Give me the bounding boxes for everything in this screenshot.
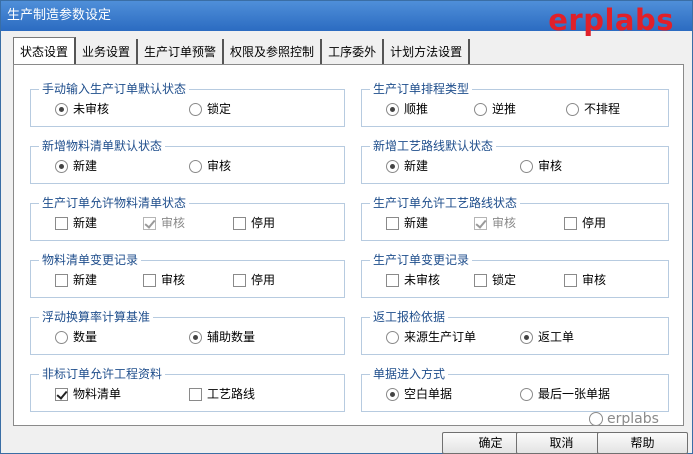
group-bom-change-log: 物料清单变更记录 新建 审核 停用 (30, 252, 345, 298)
checkbox-bomlog-new[interactable]: 新建 (55, 272, 97, 288)
radio-forward[interactable]: 顺推 (386, 101, 428, 117)
radio-indicator[interactable] (520, 159, 533, 173)
checkbox-indicator[interactable] (564, 216, 577, 230)
checkbox-orderlog-approved[interactable]: 审核 (564, 272, 606, 288)
radio-route-approved[interactable]: 审核 (520, 158, 562, 174)
checkbox-route-disabled[interactable]: 停用 (564, 215, 606, 231)
checkbox-nonstd-bom[interactable]: 物料清单 (55, 386, 121, 402)
radio-indicator[interactable] (520, 387, 533, 401)
group-rework-basis: 返工报检依据 来源生产订单 返工单 (361, 309, 669, 355)
checkbox-bom-approved: 审核 (143, 215, 185, 231)
radio-indicator[interactable] (566, 102, 579, 116)
checkbox-indicator (474, 216, 487, 230)
radio-backward[interactable]: 逆推 (474, 101, 516, 117)
group-title: 生产订单允许物料清单状态 (39, 195, 190, 211)
checkbox-indicator (143, 216, 156, 230)
cancel-button[interactable]: 取消 (516, 432, 607, 454)
checkbox-bomlog-approved[interactable]: 审核 (143, 272, 185, 288)
tab-order-warning[interactable]: 生产订单预警 (138, 39, 225, 65)
radio-unapproved[interactable]: 未审核 (55, 101, 109, 117)
radio-indicator[interactable] (386, 102, 399, 116)
checkbox-route-new[interactable]: 新建 (386, 215, 428, 231)
tab-planning-method[interactable]: 计划方法设置 (384, 39, 471, 65)
checkbox-indicator[interactable] (143, 273, 156, 287)
checkbox-indicator[interactable] (233, 216, 246, 230)
watermark: erplabs (589, 411, 659, 427)
checkbox-nonstd-route[interactable]: 工艺路线 (189, 386, 255, 402)
tab-bar: 状态设置 业务设置 生产订单预警 权限及参照控制 工序委外 计划方法设置 (13, 37, 471, 65)
radio-bom-new[interactable]: 新建 (55, 158, 97, 174)
radio-blank-document[interactable]: 空白单据 (386, 386, 452, 402)
radio-indicator[interactable] (55, 159, 68, 173)
radio-indicator[interactable] (189, 159, 202, 173)
brand-logo: erplabs (548, 3, 674, 37)
group-order-change-log: 生产订单变更记录 未审核 锁定 审核 (361, 252, 669, 298)
group-new-bom-status: 新增物料清单默认状态 新建 审核 (30, 138, 345, 184)
checkbox-indicator[interactable] (386, 273, 399, 287)
group-title: 浮动换算率计算基准 (39, 309, 154, 325)
tab-business-settings[interactable]: 业务设置 (76, 39, 139, 65)
radio-route-new[interactable]: 新建 (386, 158, 428, 174)
group-title: 生产订单变更记录 (370, 252, 473, 268)
radio-indicator[interactable] (520, 330, 533, 344)
radio-rework-order[interactable]: 返工单 (520, 329, 574, 345)
radio-indicator[interactable] (386, 159, 399, 173)
checkbox-bom-disabled[interactable]: 停用 (233, 215, 275, 231)
radio-bom-approved[interactable]: 审核 (189, 158, 231, 174)
radio-indicator[interactable] (474, 102, 487, 116)
group-title: 手动输入生产订单默认状态 (39, 81, 190, 97)
checkbox-indicator[interactable] (233, 273, 246, 287)
group-title: 非标订单允许工程资料 (39, 366, 166, 382)
checkbox-route-approved: 审核 (474, 215, 516, 231)
tab-process-outsourcing[interactable]: 工序委外 (322, 39, 385, 65)
group-manual-order-status: 手动输入生产订单默认状态 未审核 锁定 (30, 81, 345, 127)
group-title: 新增物料清单默认状态 (39, 138, 166, 154)
tab-status-settings[interactable]: 状态设置 (13, 37, 77, 65)
checkbox-indicator[interactable] (55, 216, 68, 230)
checkbox-bomlog-disabled[interactable]: 停用 (233, 272, 275, 288)
group-order-allow-bom-status: 生产订单允许物料清单状态 新建 审核 停用 (30, 195, 345, 241)
group-order-schedule-type: 生产订单排程类型 顺推 逆推 不排程 (361, 81, 669, 127)
group-float-calc-basis: 浮动换算率计算基准 数量 辅助数量 (30, 309, 345, 355)
checkbox-indicator[interactable] (55, 387, 68, 401)
radio-locked[interactable]: 锁定 (189, 101, 231, 117)
checkbox-indicator[interactable] (55, 273, 68, 287)
radio-indicator[interactable] (55, 330, 68, 344)
status-settings-panel: 手动输入生产订单默认状态 未审核 锁定 生产订单排程类型 顺推 逆推 不排程 新… (13, 64, 684, 426)
tab-permission-control[interactable]: 权限及参照控制 (224, 39, 323, 65)
group-title: 单据进入方式 (370, 366, 449, 382)
radio-indicator[interactable] (189, 102, 202, 116)
group-title: 返工报检依据 (370, 309, 449, 325)
radio-source-order[interactable]: 来源生产订单 (386, 329, 476, 345)
radio-last-document[interactable]: 最后一张单据 (520, 386, 610, 402)
group-title: 生产订单排程类型 (370, 81, 473, 97)
radio-quantity[interactable]: 数量 (55, 329, 97, 345)
settings-window: 生产制造参数设定 erplabs 状态设置 业务设置 生产订单预警 权限及参照控… (0, 0, 693, 454)
checkbox-indicator[interactable] (189, 387, 202, 401)
help-button[interactable]: 帮助 (597, 432, 688, 454)
wechat-icon (589, 412, 603, 426)
group-order-allow-route-status: 生产订单允许工艺路线状态 新建 审核 停用 (361, 195, 669, 241)
group-new-route-status: 新增工艺路线默认状态 新建 审核 (361, 138, 669, 184)
window-title: 生产制造参数设定 (7, 8, 112, 23)
checkbox-indicator[interactable] (564, 273, 577, 287)
radio-indicator[interactable] (386, 330, 399, 344)
radio-no-schedule[interactable]: 不排程 (566, 101, 620, 117)
checkbox-bom-new[interactable]: 新建 (55, 215, 97, 231)
group-nonstd-order-allow: 非标订单允许工程资料 物料清单 工艺路线 (30, 366, 345, 412)
group-title: 新增工艺路线默认状态 (370, 138, 497, 154)
checkbox-orderlog-locked[interactable]: 锁定 (474, 272, 516, 288)
group-title: 生产订单允许工艺路线状态 (370, 195, 521, 211)
checkbox-indicator[interactable] (386, 216, 399, 230)
checkbox-orderlog-unapproved[interactable]: 未审核 (386, 272, 440, 288)
group-title: 物料清单变更记录 (39, 252, 142, 268)
radio-indicator[interactable] (189, 330, 202, 344)
checkbox-indicator[interactable] (474, 273, 487, 287)
radio-indicator[interactable] (55, 102, 68, 116)
radio-indicator[interactable] (386, 387, 399, 401)
radio-aux-quantity[interactable]: 辅助数量 (189, 329, 255, 345)
group-document-entry-mode: 单据进入方式 空白单据 最后一张单据 (361, 366, 669, 412)
